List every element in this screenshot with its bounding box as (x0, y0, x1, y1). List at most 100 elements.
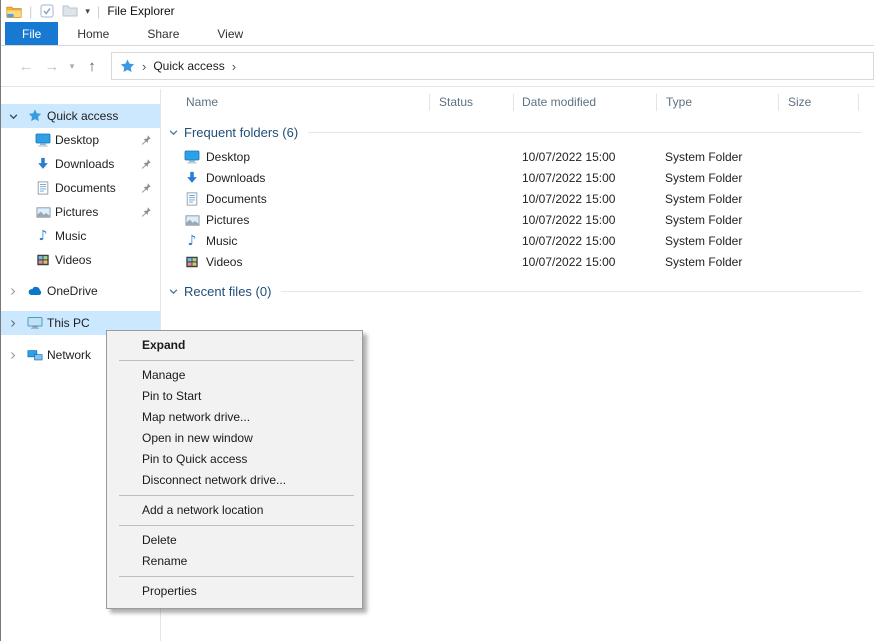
sidebar-item-label: OneDrive (47, 284, 98, 298)
tab-share[interactable]: Share (128, 22, 198, 45)
column-header-type[interactable]: Type (666, 95, 692, 109)
sidebar-item-quick-access[interactable]: Quick access (1, 104, 160, 128)
column-divider (429, 94, 430, 111)
pictures-icon (35, 204, 51, 220)
menu-item-pin-to-quick-access[interactable]: Pin to Quick access (107, 449, 362, 470)
properties-icon[interactable] (39, 3, 55, 19)
file-type: System Folder (665, 234, 742, 248)
column-header-date-modified[interactable]: Date modified (522, 95, 596, 109)
menu-item-expand[interactable]: Expand (107, 335, 362, 356)
sidebar-item-onedrive[interactable]: OneDrive (1, 279, 160, 303)
chevron-right-icon[interactable] (9, 286, 19, 296)
forward-icon[interactable]: → (39, 58, 65, 75)
breadcrumb-chevron-icon[interactable]: › (232, 59, 236, 74)
menu-item-rename[interactable]: Rename (107, 551, 362, 572)
chevron-right-icon[interactable] (9, 318, 19, 328)
column-header-name[interactable]: Name (186, 95, 218, 109)
file-type: System Folder (665, 213, 742, 227)
videos-icon (35, 252, 51, 268)
sidebar-item-downloads[interactable]: Downloads (1, 152, 160, 176)
sidebar-item-documents[interactable]: Documents (1, 176, 160, 200)
group-header-label: Frequent folders (6) (184, 125, 298, 140)
chevron-down-icon (169, 128, 179, 137)
customize-toolbar-icon[interactable]: ▾ (85, 6, 90, 17)
tab-view[interactable]: View (198, 22, 262, 45)
breadcrumb-location[interactable]: Quick access (153, 59, 224, 73)
recent-locations-icon[interactable]: ▾ (65, 61, 79, 72)
menu-item-manage[interactable]: Manage (107, 365, 362, 386)
sidebar-item-label: Music (55, 229, 86, 243)
file-explorer-logo-icon (6, 3, 22, 19)
file-row-pictures[interactable]: Pictures 10/07/2022 15:00 System Folder (162, 210, 874, 231)
file-explorer-window: | ▾ | File Explorer File Home Share View… (0, 0, 874, 641)
file-name: Videos (206, 255, 242, 269)
file-row-desktop[interactable]: Desktop 10/07/2022 15:00 System Folder (162, 147, 874, 168)
sidebar-item-music[interactable]: ♪ Music (1, 224, 160, 248)
group-header-recent-files[interactable]: Recent files (0) (162, 281, 874, 301)
address-bar[interactable]: › Quick access › (111, 52, 874, 80)
window-title: File Explorer (107, 4, 174, 18)
file-row-documents[interactable]: Documents 10/07/2022 15:00 System Folder (162, 189, 874, 210)
file-date-modified: 10/07/2022 15:00 (522, 255, 615, 269)
chevron-down-icon (169, 287, 179, 296)
menu-item-disconnect-network-drive[interactable]: Disconnect network drive... (107, 470, 362, 491)
menu-separator (119, 576, 354, 577)
this-pc-icon (27, 315, 43, 331)
breadcrumb-chevron-icon: › (142, 59, 146, 74)
onedrive-cloud-icon (27, 283, 43, 299)
quick-access-star-icon (120, 59, 135, 74)
file-name: Downloads (206, 171, 265, 185)
pin-icon (140, 134, 152, 146)
file-type: System Folder (665, 150, 742, 164)
file-row-music[interactable]: ♪ Music 10/07/2022 15:00 System Folder (162, 231, 874, 252)
quick-access-star-icon (27, 108, 43, 124)
file-name: Music (206, 234, 237, 248)
file-type: System Folder (665, 171, 742, 185)
tab-file[interactable]: File (5, 22, 58, 45)
column-divider (656, 94, 657, 111)
pin-icon (140, 158, 152, 170)
file-name: Desktop (206, 150, 250, 164)
menu-item-add-a-network-location[interactable]: Add a network location (107, 500, 362, 521)
menu-item-open-in-new-window[interactable]: Open in new window (107, 428, 362, 449)
chevron-right-icon[interactable] (9, 350, 19, 360)
file-date-modified: 10/07/2022 15:00 (522, 150, 615, 164)
tab-home[interactable]: Home (58, 22, 128, 45)
menu-item-pin-to-start[interactable]: Pin to Start (107, 386, 362, 407)
sidebar-item-desktop[interactable]: Desktop (1, 128, 160, 152)
menu-separator (119, 495, 354, 496)
menu-separator (119, 525, 354, 526)
column-header-size[interactable]: Size (788, 95, 811, 109)
back-icon[interactable]: ← (13, 58, 39, 75)
music-icon: ♪ (35, 228, 51, 244)
pin-icon (140, 206, 152, 218)
up-icon[interactable]: ↑ (79, 58, 105, 75)
title-bar: | ▾ | File Explorer (1, 0, 874, 22)
file-date-modified: 10/07/2022 15:00 (522, 192, 615, 206)
column-divider (513, 94, 514, 111)
music-icon: ♪ (184, 233, 200, 249)
pin-icon (140, 182, 152, 194)
column-header-status[interactable]: Status (439, 95, 473, 109)
group-header-rule (281, 291, 862, 292)
ribbon-tab-bar: File Home Share View (1, 22, 874, 46)
file-name: Documents (206, 192, 267, 206)
group-header-label: Recent files (0) (184, 284, 271, 299)
chevron-down-icon[interactable] (9, 111, 19, 121)
sidebar-item-videos[interactable]: Videos (1, 248, 160, 272)
menu-item-map-network-drive[interactable]: Map network drive... (107, 407, 362, 428)
menu-separator (119, 360, 354, 361)
titlebar-separator: | (29, 4, 32, 19)
file-row-downloads[interactable]: Downloads 10/07/2022 15:00 System Folder (162, 168, 874, 189)
file-type: System Folder (665, 192, 742, 206)
pictures-icon (184, 212, 200, 228)
documents-icon (184, 191, 200, 207)
group-header-frequent-folders[interactable]: Frequent folders (6) (162, 122, 874, 142)
menu-item-delete[interactable]: Delete (107, 530, 362, 551)
sidebar-item-pictures[interactable]: Pictures (1, 200, 160, 224)
sidebar-item-label: Desktop (55, 133, 99, 147)
menu-item-properties[interactable]: Properties (107, 581, 362, 602)
downloads-icon (184, 170, 200, 186)
new-folder-icon[interactable] (62, 3, 78, 19)
file-row-videos[interactable]: Videos 10/07/2022 15:00 System Folder (162, 252, 874, 273)
